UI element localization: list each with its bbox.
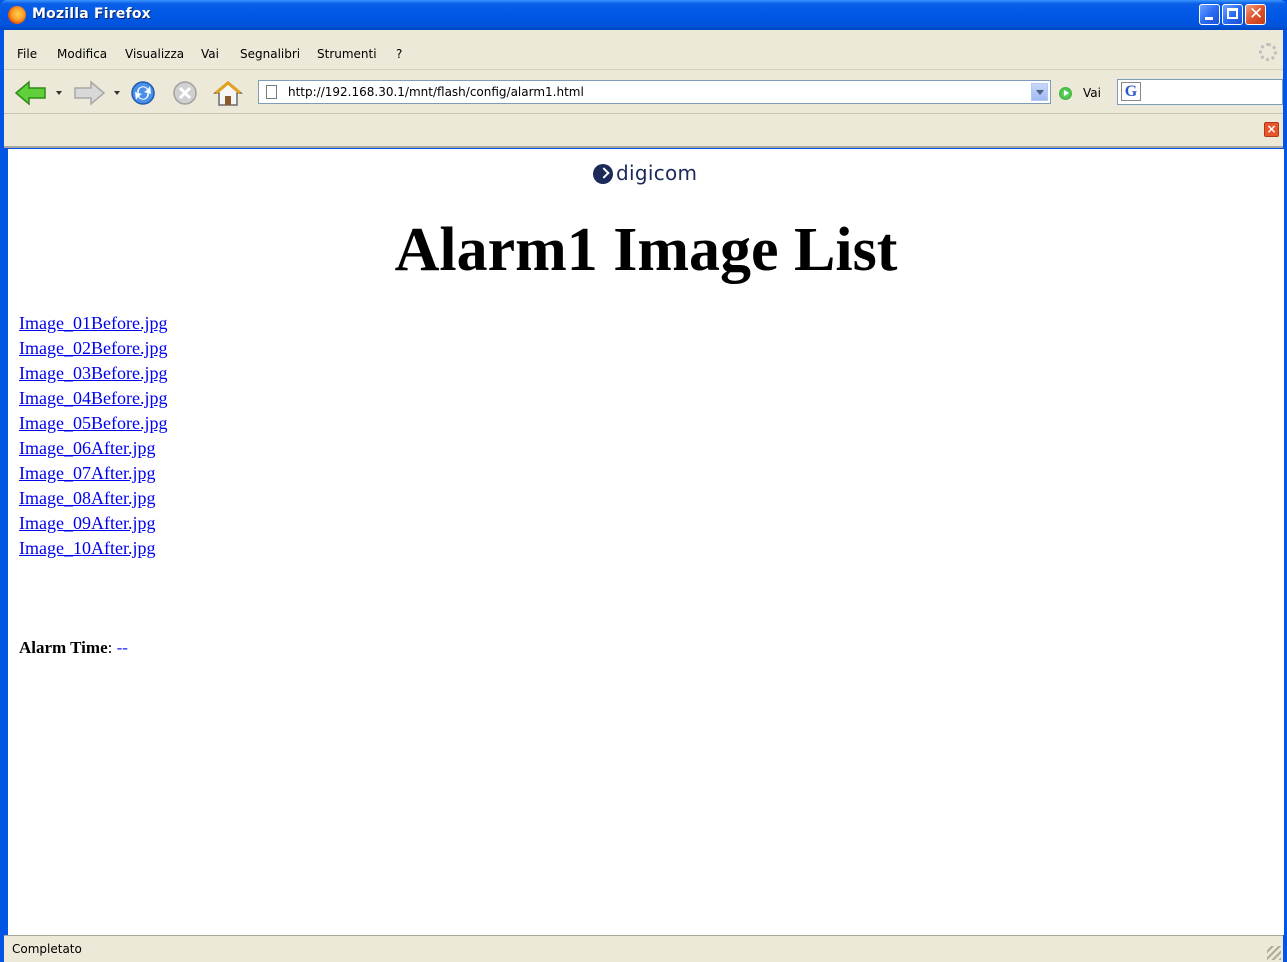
image-link[interactable]: Image_07After.jpg [19, 463, 155, 483]
list-item: Image_01Before.jpg [19, 313, 167, 338]
navigation-toolbar: http://192.168.30.1/mnt/flash/config/ala… [4, 70, 1283, 114]
stop-icon[interactable] [170, 79, 200, 107]
menu-help[interactable]: ? [396, 47, 402, 61]
image-link[interactable]: Image_10After.jpg [19, 538, 155, 558]
status-text: Completato [12, 942, 82, 956]
maximize-icon [1227, 8, 1238, 19]
page-icon [266, 85, 277, 99]
resize-grip[interactable] [1267, 946, 1281, 960]
list-item: Image_09After.jpg [19, 513, 167, 538]
alarm-time: Alarm Time: -- [19, 638, 128, 658]
image-link[interactable]: Image_04Before.jpg [19, 388, 167, 408]
image-link[interactable]: Image_03Before.jpg [19, 363, 167, 383]
close-icon: ✕ [1249, 4, 1264, 24]
list-item: Image_07After.jpg [19, 463, 167, 488]
title-bar[interactable]: Mozilla Firefox ✕ [0, 0, 1287, 30]
image-link[interactable]: Image_02Before.jpg [19, 338, 167, 358]
go-button[interactable]: Vai [1083, 86, 1101, 100]
list-item: Image_03Before.jpg [19, 363, 167, 388]
firefox-icon [8, 6, 26, 24]
url-history-dropdown[interactable] [1031, 83, 1048, 101]
image-link[interactable]: Image_09After.jpg [19, 513, 155, 533]
image-link[interactable]: Image_06After.jpg [19, 438, 155, 458]
reload-icon[interactable] [128, 79, 158, 107]
list-item: Image_08After.jpg [19, 488, 167, 513]
home-icon[interactable] [212, 79, 244, 107]
list-item: Image_02Before.jpg [19, 338, 167, 363]
list-item: Image_04Before.jpg [19, 388, 167, 413]
throbber-icon [1259, 43, 1277, 61]
google-icon[interactable]: G [1121, 82, 1141, 101]
image-link[interactable]: Image_05Before.jpg [19, 413, 167, 433]
browser-window: Mozilla Firefox ✕ File Modifica Visualiz… [0, 0, 1287, 962]
minimize-icon [1205, 17, 1213, 20]
address-bar[interactable]: http://192.168.30.1/mnt/flash/config/ala… [258, 80, 1051, 104]
menu-modifica[interactable]: Modifica [57, 47, 107, 61]
page-title: Alarm1 Image List [394, 216, 898, 284]
page-content: digicom Alarm1 Image List Image_01Before… [8, 149, 1284, 935]
menu-bar: File Modifica Visualizza Vai Segnalibri … [4, 30, 1283, 70]
notification-bar: × [4, 114, 1283, 148]
alarm-time-value: -- [116, 638, 128, 657]
menu-vai[interactable]: Vai [201, 47, 219, 61]
logo-text: digicom [616, 161, 698, 185]
status-bar: Completato [4, 935, 1283, 962]
image-list: Image_01Before.jpg Image_02Before.jpg Im… [19, 313, 167, 563]
menu-segnalibri[interactable]: Segnalibri [240, 47, 300, 61]
alarm-time-separator: : [107, 638, 117, 657]
go-icon[interactable] [1059, 87, 1072, 100]
image-link[interactable]: Image_08After.jpg [19, 488, 155, 508]
back-arrow-icon[interactable] [14, 79, 48, 107]
maximize-button[interactable] [1222, 4, 1243, 25]
menu-file[interactable]: File [17, 47, 37, 61]
image-link[interactable]: Image_01Before.jpg [19, 313, 167, 333]
alarm-time-label: Alarm Time [19, 638, 108, 657]
list-item: Image_10After.jpg [19, 538, 167, 563]
close-notification-icon[interactable]: × [1264, 122, 1279, 137]
menu-strumenti[interactable]: Strumenti [317, 47, 377, 61]
forward-history-dropdown[interactable] [114, 91, 120, 95]
back-history-dropdown[interactable] [56, 91, 62, 95]
list-item: Image_05Before.jpg [19, 413, 167, 438]
minimize-button[interactable] [1199, 4, 1220, 25]
forward-arrow-icon[interactable] [72, 79, 106, 107]
digicom-logo-icon [593, 164, 613, 184]
menu-visualizza[interactable]: Visualizza [125, 47, 184, 61]
list-item: Image_06After.jpg [19, 438, 167, 463]
search-input[interactable]: G [1117, 79, 1283, 105]
url-text[interactable]: http://192.168.30.1/mnt/flash/config/ala… [288, 85, 584, 99]
window-title: Mozilla Firefox [32, 6, 151, 22]
close-button[interactable]: ✕ [1245, 4, 1266, 25]
